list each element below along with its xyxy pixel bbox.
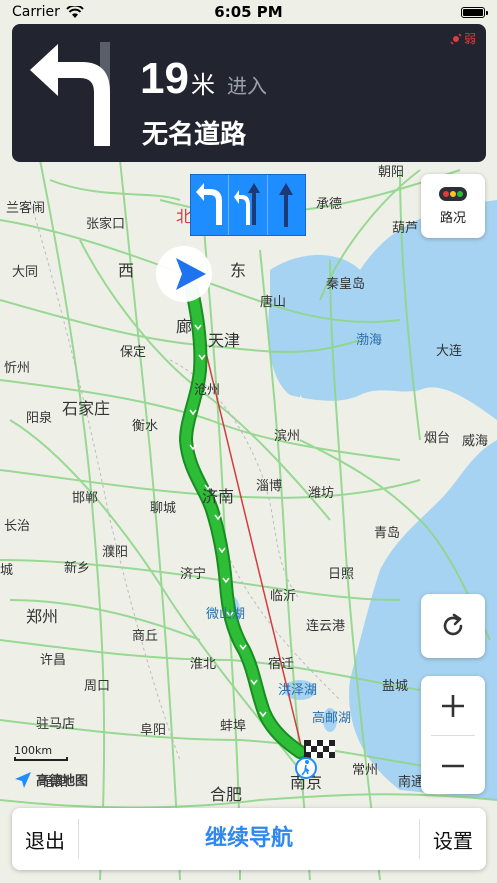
- city-label: 长治: [4, 519, 30, 534]
- turn-left-lane-icon: [195, 183, 222, 225]
- city-label: 周口: [84, 679, 110, 694]
- distance-value: 19: [140, 54, 189, 103]
- left-and-straight-lane-icon: [233, 183, 260, 225]
- walking-person-icon: [295, 757, 317, 779]
- city-label: 衡水: [132, 419, 158, 434]
- plus-icon: [442, 694, 464, 717]
- wifi-icon: [66, 5, 84, 18]
- city-label: 城: [0, 563, 13, 578]
- city-label: 邯郸: [72, 491, 98, 506]
- city-label: 天津: [208, 331, 240, 350]
- city-label: 西: [118, 261, 134, 280]
- city-label: 宿迁: [268, 656, 294, 672]
- current-location-icon: [156, 246, 212, 302]
- city-label: 石家庄: [62, 399, 110, 418]
- city-label: 临沂: [270, 589, 296, 604]
- refresh-route-button[interactable]: [421, 594, 485, 658]
- satellite-icon: [450, 32, 462, 45]
- amap-logo-icon: [15, 771, 31, 788]
- scale-bar: [14, 757, 68, 761]
- continue-navigation-button[interactable]: 继续导航: [78, 819, 420, 859]
- city-label: 潍坊: [308, 486, 334, 501]
- zoom-controls: [421, 676, 485, 794]
- city-label: 青岛: [374, 525, 400, 541]
- city-label: 阜阳: [140, 722, 166, 738]
- city-label: 烟台: [424, 431, 450, 446]
- city-label: 郑州: [26, 607, 58, 626]
- road-name: 无名道路: [142, 120, 247, 150]
- city-label: 廊: [176, 317, 192, 336]
- city-label: 合肥: [210, 785, 242, 804]
- city-label: 唐山: [260, 294, 286, 310]
- zoom-in-button[interactable]: [421, 676, 485, 735]
- city-label: 蚌埠: [220, 719, 246, 734]
- city-label: 濮阳: [102, 545, 128, 560]
- logo-text: 高德地图: [36, 774, 89, 789]
- city-label: 大连: [436, 343, 462, 359]
- city-label: 忻州: [4, 361, 30, 376]
- exit-button[interactable]: 退出: [12, 825, 78, 854]
- gps-strength-label: 弱: [463, 32, 476, 46]
- city-label: 保定: [120, 345, 146, 360]
- settings-button[interactable]: 设置: [420, 825, 486, 854]
- city-label: 张家口: [86, 216, 125, 232]
- lane-2: [229, 175, 268, 235]
- amap-logo: 高德地图: [14, 770, 88, 789]
- distance-unit: 米: [190, 71, 215, 99]
- city-label: 葫芦: [392, 221, 418, 236]
- traffic-light-icon: [439, 186, 467, 201]
- city-label: 兰客闹: [6, 200, 45, 216]
- turn-left-arrow-icon: [30, 42, 110, 146]
- city-label: 大同: [12, 265, 38, 280]
- city-label: 淄博: [256, 479, 282, 494]
- carrier-label: Carrier: [12, 4, 60, 20]
- city-label: 盐城: [382, 679, 408, 694]
- city-label: 常州: [352, 763, 378, 778]
- refresh-icon: [443, 613, 463, 636]
- distance-row: 19 米 进入: [140, 54, 267, 104]
- action-label: 进入: [226, 74, 267, 98]
- city-label: 商丘: [132, 629, 158, 644]
- straight-lane-icon: [279, 183, 294, 227]
- sea-label: 渤海: [356, 332, 382, 348]
- status-left: Carrier: [12, 4, 84, 20]
- status-bar: Carrier 6:05 PM: [0, 0, 497, 24]
- navigation-instruction-card: 19 米 进入 无名道路 弱: [12, 24, 486, 162]
- zoom-out-button[interactable]: [421, 736, 485, 795]
- city-label: 许昌: [40, 653, 66, 668]
- city-label: 东: [230, 261, 246, 280]
- city-label: 沧州: [194, 382, 220, 398]
- map-scale: 100km: [14, 744, 68, 761]
- city-label: 济南: [202, 487, 234, 506]
- city-label: 阳泉: [26, 410, 52, 426]
- city-label: 新乡: [64, 560, 90, 576]
- lake-label: 微山湖: [206, 607, 245, 622]
- lane-3: [268, 175, 305, 235]
- city-label: 滨州: [274, 428, 300, 444]
- battery-icon: [461, 6, 488, 18]
- city-label: 连云港: [306, 618, 345, 634]
- city-label: 承德: [316, 197, 342, 212]
- city-label: 驻马店: [36, 717, 75, 732]
- traffic-toggle-button[interactable]: 路况: [421, 174, 485, 238]
- gps-status: 弱: [450, 30, 476, 47]
- city-label: 淮北: [190, 657, 216, 672]
- lane-1: [191, 175, 230, 235]
- city-label: 秦皇岛: [326, 276, 365, 292]
- city-label: 朝阳: [378, 165, 404, 180]
- city-label: 聊城: [150, 501, 176, 516]
- minus-icon: [442, 764, 464, 767]
- city-label: 日照: [328, 567, 354, 582]
- lake-label: 高邮湖: [312, 710, 351, 726]
- scale-label: 100km: [14, 744, 53, 757]
- city-label: 威海: [462, 434, 488, 449]
- city-label: 济宁: [180, 566, 206, 582]
- traffic-label: 路况: [439, 210, 466, 226]
- lane-guidance: [190, 174, 306, 236]
- lake-label: 洪泽湖: [278, 683, 317, 698]
- bottom-action-bar: 退出 继续导航 设置: [12, 808, 486, 870]
